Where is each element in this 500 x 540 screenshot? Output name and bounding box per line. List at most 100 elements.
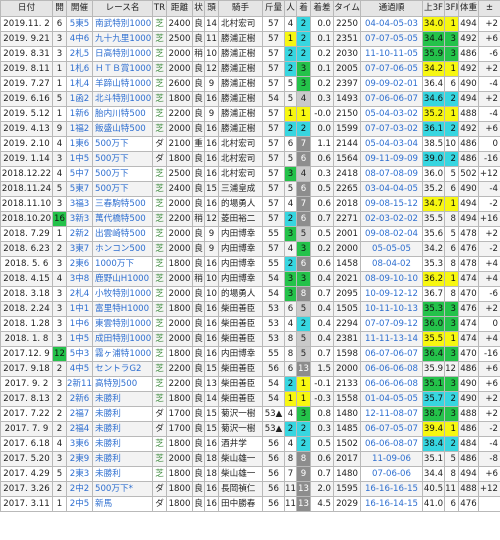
cell-race-name[interactable]: 小牧特別1000 bbox=[92, 286, 153, 302]
cell-race-name[interactable]: 富里特H1000 bbox=[92, 301, 153, 317]
header-kai[interactable]: 開 bbox=[52, 0, 67, 17]
cell-race-name[interactable]: 出雲崎特500 bbox=[92, 226, 153, 242]
cell-jockey[interactable]: 田中勝春 bbox=[218, 496, 263, 512]
cell-kaisai[interactable]: 1中6 bbox=[66, 316, 93, 332]
cell-jockey[interactable]: 北村宏司 bbox=[218, 151, 263, 167]
cell-race-name[interactable]: 未勝利 bbox=[92, 451, 153, 467]
cell-jockey[interactable]: 菊沢一樹 bbox=[218, 421, 263, 437]
cell-jockey[interactable]: 柴田善臣 bbox=[218, 331, 263, 347]
cell-jockey[interactable]: 柴田善臣 bbox=[218, 361, 263, 377]
cell-kaisai[interactable]: 2福7 bbox=[66, 406, 93, 422]
cell-jockey[interactable]: 内田博幸 bbox=[218, 241, 263, 257]
cell-race-name[interactable]: ホンコン500 bbox=[92, 241, 153, 257]
cell-race-name[interactable]: 500万下* bbox=[92, 481, 153, 497]
cell-jockey[interactable]: 勝浦正樹 bbox=[218, 31, 263, 47]
cell-race-name[interactable]: 成田特別1000 bbox=[92, 331, 153, 347]
cell-kaisai[interactable]: 5東5 bbox=[66, 16, 93, 32]
cell-race-name[interactable]: 未勝利 bbox=[92, 391, 153, 407]
cell-race-name[interactable]: 未勝利 bbox=[92, 421, 153, 437]
header-heads[interactable]: 頭 bbox=[204, 0, 219, 17]
cell-kaisai[interactable]: 3東6 bbox=[66, 436, 93, 452]
cell-kaisai[interactable]: 1東6 bbox=[66, 136, 93, 152]
cell-race-name[interactable]: 南武特別1000 bbox=[92, 16, 153, 32]
cell-race-name[interactable]: 高特別500 bbox=[92, 376, 153, 392]
header-kaisai[interactable]: 開催 bbox=[66, 0, 93, 17]
cell-race-name[interactable]: 500万下 bbox=[92, 151, 153, 167]
header-margin[interactable]: 着差 bbox=[310, 0, 334, 17]
cell-jockey[interactable]: 菱田裕二 bbox=[218, 211, 263, 227]
cell-kaisai[interactable]: 2新2 bbox=[66, 226, 93, 242]
cell-kaisai[interactable]: 5中7 bbox=[66, 166, 93, 182]
cell-kaisai[interactable]: 1福2 bbox=[66, 121, 93, 137]
cell-kaisai[interactable]: 4中6 bbox=[66, 31, 93, 47]
header-passing[interactable]: 通過順 bbox=[360, 0, 423, 17]
header-race-name[interactable]: レース名 bbox=[92, 0, 153, 17]
cell-race-name[interactable]: 未勝利 bbox=[92, 406, 153, 422]
cell-jockey[interactable]: 北村宏司 bbox=[218, 16, 263, 32]
cell-race-name[interactable]: セントラG2 bbox=[92, 361, 153, 377]
cell-kaisai[interactable]: 2中5 bbox=[66, 496, 93, 512]
cell-jockey[interactable]: 勝浦正樹 bbox=[218, 46, 263, 62]
header-date[interactable]: 日付 bbox=[0, 0, 53, 17]
cell-kaisai[interactable]: 5中3 bbox=[66, 346, 93, 362]
cell-jockey[interactable]: 北村宏司 bbox=[218, 136, 263, 152]
cell-race-name[interactable]: 北斗特別1000 bbox=[92, 91, 153, 107]
cell-kaisai[interactable]: 1札4 bbox=[66, 76, 93, 92]
header-condition[interactable]: 状 bbox=[192, 0, 205, 17]
cell-kaisai[interactable]: 3東7 bbox=[66, 241, 93, 257]
cell-race-name[interactable]: 1000万下 bbox=[92, 256, 153, 272]
header-jockey[interactable]: 騎手 bbox=[218, 0, 263, 17]
cell-jockey[interactable]: 勝浦正樹 bbox=[218, 106, 263, 122]
cell-jockey[interactable]: 的場勇人 bbox=[218, 286, 263, 302]
cell-kaisai[interactable]: 2新11 bbox=[66, 376, 93, 392]
cell-jockey[interactable]: 酒井学 bbox=[218, 436, 263, 452]
cell-jockey[interactable]: 勝浦正樹 bbox=[218, 61, 263, 77]
cell-jockey[interactable]: 勝浦正樹 bbox=[218, 121, 263, 137]
cell-race-name[interactable]: 霧ヶ浦特1000 bbox=[92, 346, 153, 362]
cell-race-name[interactable]: 羊蹄山特1000 bbox=[92, 76, 153, 92]
cell-jockey[interactable]: 柴田善臣 bbox=[218, 376, 263, 392]
header-track[interactable]: TR bbox=[152, 0, 167, 17]
header-weight-carried[interactable]: 斤量 bbox=[262, 0, 285, 17]
cell-race-name[interactable]: ＨＴＢ賞1000 bbox=[92, 61, 153, 77]
cell-race-name[interactable]: 胎内川特500 bbox=[92, 106, 153, 122]
cell-kaisai[interactable]: 1函2 bbox=[66, 91, 93, 107]
cell-race-name[interactable]: 500万下 bbox=[92, 181, 153, 197]
cell-kaisai[interactable]: 2札4 bbox=[66, 286, 93, 302]
cell-race-name[interactable]: 三春駒特500 bbox=[92, 196, 153, 212]
cell-race-name[interactable]: 500万下 bbox=[92, 136, 153, 152]
cell-jockey[interactable]: 勝浦正樹 bbox=[218, 91, 263, 107]
header-weight-change[interactable]: ± bbox=[478, 0, 500, 17]
header-finish[interactable]: 着 bbox=[296, 0, 311, 17]
header-popularity[interactable]: 人 bbox=[284, 0, 297, 17]
cell-kaisai[interactable]: 2東6 bbox=[66, 256, 93, 272]
cell-race-name[interactable]: 飯盛山特500 bbox=[92, 121, 153, 137]
cell-kaisai[interactable]: 2福4 bbox=[66, 421, 93, 437]
cell-kaisai[interactable]: 2札5 bbox=[66, 46, 93, 62]
header-last3f[interactable]: 上3F bbox=[422, 0, 445, 17]
cell-jockey[interactable]: 柴山雄一 bbox=[218, 451, 263, 467]
cell-kaisai[interactable]: 2東3 bbox=[66, 466, 93, 482]
header-last3f-rank[interactable]: 3F順 bbox=[444, 0, 459, 17]
cell-kaisai[interactable]: 1中5 bbox=[66, 331, 93, 347]
cell-race-name[interactable]: 500万下 bbox=[92, 166, 153, 182]
cell-jockey[interactable]: 柴山雄一 bbox=[218, 466, 263, 482]
cell-jockey[interactable]: 柴田善臣 bbox=[218, 391, 263, 407]
cell-race-name[interactable]: 鹿野山H1000 bbox=[92, 271, 153, 287]
cell-kaisai[interactable]: 5東7 bbox=[66, 181, 93, 197]
cell-kaisai[interactable]: 1中1 bbox=[66, 301, 93, 317]
cell-kaisai[interactable]: 4中5 bbox=[66, 361, 93, 377]
cell-race-name[interactable]: 未勝利 bbox=[92, 466, 153, 482]
cell-kaisai[interactable]: 2中2 bbox=[66, 481, 93, 497]
cell-kaisai[interactable]: 1札6 bbox=[66, 61, 93, 77]
cell-race-name[interactable]: 萬代橋特500 bbox=[92, 211, 153, 227]
cell-jockey[interactable]: 内田博幸 bbox=[218, 271, 263, 287]
cell-kaisai[interactable]: 3中8 bbox=[66, 271, 93, 287]
cell-race-name[interactable]: 東雲特別1000 bbox=[92, 316, 153, 332]
cell-jockey[interactable]: 内田博幸 bbox=[218, 256, 263, 272]
header-distance[interactable]: 距離 bbox=[166, 0, 193, 17]
cell-jockey[interactable]: 北村宏司 bbox=[218, 166, 263, 182]
cell-jockey[interactable]: 菊沢一樹 bbox=[218, 406, 263, 422]
cell-kaisai[interactable]: 3福3 bbox=[66, 196, 93, 212]
cell-race-name[interactable]: 新馬 bbox=[92, 496, 153, 512]
